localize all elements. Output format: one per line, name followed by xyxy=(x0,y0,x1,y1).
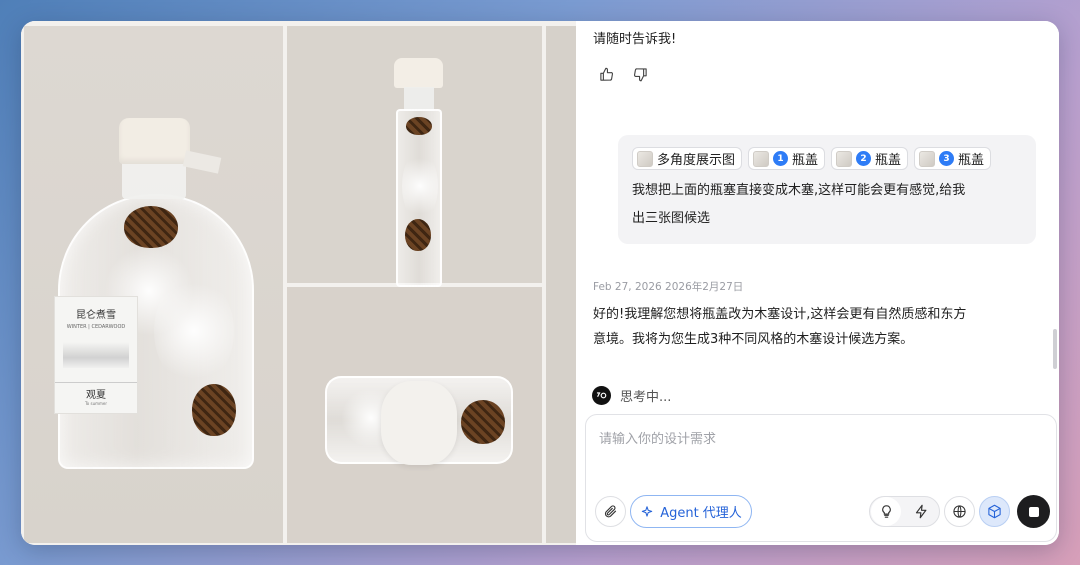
chip-label: 瓶盖 xyxy=(792,153,819,168)
assistant-message: 好的!我理解您想将瓶盖改为木塞设计,这样会更有自然质感和东方 意境。我将为您生成… xyxy=(593,307,967,347)
thumbs-up-icon[interactable] xyxy=(597,65,615,83)
pinecone xyxy=(405,219,431,251)
chip-label: 多角度展示图 xyxy=(657,153,736,168)
scrollbar-thumb[interactable] xyxy=(1053,329,1057,369)
image-thumbnail xyxy=(753,150,770,167)
reference-chip[interactable]: 3 瓶盖 xyxy=(914,147,992,170)
bottle-cap xyxy=(381,381,457,465)
chip-label: 瓶盖 xyxy=(958,153,985,168)
label-brand-sub: To summer xyxy=(85,401,107,406)
app-window: 昆仑煮雪 WINTER | CEDARWOOD 观夏 To summer 请随时… xyxy=(21,21,1059,545)
reference-chip[interactable]: 1 瓶盖 xyxy=(748,147,826,170)
message-timestamp: Feb 27, 2026 2026年2月27日 xyxy=(593,281,744,293)
image-thumbnail xyxy=(836,150,853,167)
stop-icon xyxy=(1028,506,1039,517)
label-title: 昆仑煮雪 xyxy=(76,310,116,321)
stop-generation-button[interactable] xyxy=(1017,495,1050,528)
image-thumbnail xyxy=(919,150,936,167)
label-subtitle: WINTER | CEDARWOOD xyxy=(66,324,126,330)
slim-bottle xyxy=(396,109,442,287)
agent-label: Agent 代理人 xyxy=(660,506,742,521)
pinecone xyxy=(192,384,236,436)
image-gallery: 昆仑煮雪 WINTER | CEDARWOOD 观夏 To summer xyxy=(21,21,576,545)
lightning-icon xyxy=(915,504,926,519)
bottle-label: 昆仑煮雪 WINTER | CEDARWOOD 观夏 To summer xyxy=(54,296,138,414)
reference-chips: 多角度展示图 1 瓶盖 2 瓶盖 3 瓶盖 xyxy=(632,147,1022,170)
chat-panel: 请随时告诉我! 多角度展示图 1 瓶盖 2 瓶盖 3 瓶盖 我想把上面的瓶塞直接… xyxy=(576,21,1059,545)
label-brand: 观夏 xyxy=(55,382,137,401)
chip-number-badge: 2 xyxy=(856,151,872,166)
cube-icon xyxy=(988,504,1001,519)
design-request-input[interactable] xyxy=(599,427,1039,451)
idea-mode-button[interactable] xyxy=(871,497,901,526)
chip-number-badge: 1 xyxy=(773,151,789,166)
pinecone xyxy=(124,206,178,248)
chip-label: 瓶盖 xyxy=(875,153,902,168)
thumbs-down-icon[interactable] xyxy=(631,65,649,83)
reference-chip[interactable]: 2 瓶盖 xyxy=(831,147,909,170)
assistant-message-tail: 请随时告诉我! xyxy=(593,32,677,47)
pinecone xyxy=(461,400,505,444)
agent-mode-button[interactable]: Agent 代理人 xyxy=(630,495,752,528)
web-search-button[interactable] xyxy=(944,496,975,527)
paperclip-icon xyxy=(604,505,617,518)
bottle-cap xyxy=(394,58,443,88)
globe-icon xyxy=(953,505,966,518)
attach-button[interactable] xyxy=(595,496,626,527)
sparkle-icon xyxy=(641,505,653,517)
gallery-image-main[interactable]: 昆仑煮雪 WINTER | CEDARWOOD 观夏 To summer xyxy=(24,26,283,543)
pinecone xyxy=(406,117,432,135)
mountain-illustration xyxy=(63,342,129,368)
lightbulb-icon xyxy=(881,505,891,518)
thinking-indicator: 思考中... xyxy=(592,386,671,405)
thinking-label: 思考中... xyxy=(620,390,672,405)
user-message-text: 我想把上面的瓶塞直接变成木塞,这样可能会更有感觉,给我 出三张图候选 xyxy=(632,183,966,226)
fast-mode-button[interactable] xyxy=(906,497,936,526)
bottle-cap xyxy=(119,118,190,164)
assistant-logo-icon xyxy=(592,386,611,405)
message-composer: Agent 代理人 xyxy=(585,414,1057,542)
reference-chip[interactable]: 多角度展示图 xyxy=(632,147,743,170)
3d-mode-button[interactable] xyxy=(979,496,1010,527)
message-feedback xyxy=(597,65,649,83)
image-thumbnail xyxy=(637,150,653,167)
chip-number-badge: 3 xyxy=(939,151,955,166)
gallery-image-partial[interactable] xyxy=(546,26,576,543)
user-message: 多角度展示图 1 瓶盖 2 瓶盖 3 瓶盖 我想把上面的瓶塞直接变成木塞,这样可… xyxy=(618,135,1036,244)
